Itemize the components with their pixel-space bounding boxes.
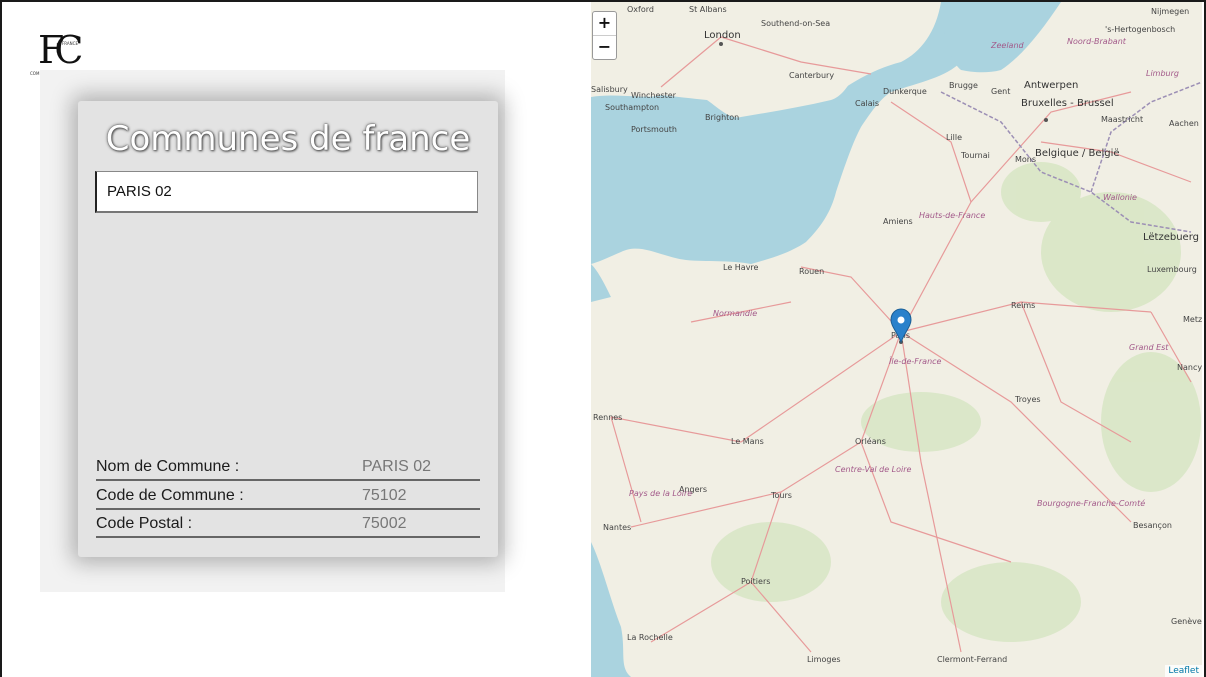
place-label: Oxford — [627, 5, 654, 14]
region-label: Île-de-France — [889, 355, 942, 366]
place-label: Rouen — [799, 267, 824, 276]
place-label: Poitiers — [741, 577, 770, 586]
place-label: St Albans — [689, 5, 727, 14]
place-label: Tours — [770, 491, 792, 500]
place-label: La Rochelle — [627, 633, 673, 642]
place-label: Genève — [1171, 616, 1202, 626]
place-label: Lëtzebuerg — [1143, 232, 1199, 243]
map-view[interactable]: Oxford St Albans Southend-on-Sea London … — [591, 2, 1202, 677]
info-label: Code de Commune : — [96, 487, 244, 504]
region-label: Wallonie — [1103, 193, 1137, 202]
region-label: Hauts-de-France — [919, 211, 985, 220]
logo-subtitle-bottom: COM — [30, 71, 40, 76]
place-label: Winchester — [631, 91, 677, 100]
info-value: PARIS 02 — [362, 458, 432, 475]
info-row-commune-name: Nom de Commune : PARIS 02 — [96, 453, 480, 481]
map-attribution[interactable]: Leaflet — [1165, 665, 1202, 677]
place-label: Calais — [855, 99, 879, 108]
zoom-control: + − — [592, 11, 617, 60]
place-label: Belgique / België — [1035, 148, 1120, 159]
logo-letters: FC — [38, 28, 84, 72]
place-label: Canterbury — [789, 71, 834, 80]
place-label: Reims — [1011, 301, 1035, 310]
region-label: Noord-Brabant — [1067, 37, 1127, 46]
zoom-in-button[interactable]: + — [593, 12, 616, 36]
place-label: Le Havre — [723, 263, 759, 272]
region-label: Normandie — [713, 309, 757, 318]
place-label: 's-Hertogenbosch — [1105, 25, 1175, 34]
place-label: Nantes — [603, 523, 631, 532]
logo-subtitle-top: FRANCE — [62, 41, 78, 46]
place-label: Southend-on-Sea — [761, 19, 830, 28]
place-label: Clermont-Ferrand — [937, 655, 1007, 664]
commune-card: Communes de france Nom de Commune : PARI… — [78, 101, 498, 557]
card-title: Communes de france — [105, 119, 471, 159]
info-value: 75102 — [362, 487, 407, 504]
map-tiles[interactable]: Oxford St Albans Southend-on-Sea London … — [591, 2, 1202, 677]
place-label: Nancy — [1177, 363, 1202, 372]
place-label: Troyes — [1014, 395, 1041, 404]
place-label: Aachen — [1169, 119, 1199, 128]
info-value: 75002 — [362, 515, 407, 532]
zoom-out-button[interactable]: − — [593, 36, 616, 59]
place-label: Metz — [1183, 315, 1202, 324]
place-label: Amiens — [883, 217, 913, 226]
place-label: Luxembourg — [1147, 265, 1197, 274]
place-label: Le Mans — [731, 437, 764, 446]
region-label: Zeeland — [990, 41, 1025, 50]
info-label: Nom de Commune : — [96, 458, 240, 475]
place-label: Rennes — [593, 413, 622, 422]
place-label: Dunkerque — [883, 87, 927, 96]
place-label: Besançon — [1133, 521, 1172, 530]
region-label: Grand Est — [1129, 343, 1169, 352]
place-label: Antwerpen — [1024, 80, 1078, 91]
place-label: Southampton — [605, 103, 659, 112]
place-label: Tournai — [960, 151, 990, 160]
place-label: Maastricht — [1101, 115, 1143, 124]
place-label: Orléans — [855, 436, 886, 446]
place-label: Limoges — [807, 655, 841, 664]
place-label: Gent — [991, 87, 1010, 96]
region-label: Centre-Val de Loire — [835, 465, 912, 474]
region-label: Pays de la Loire — [629, 489, 692, 498]
place-label: Nijmegen — [1151, 7, 1189, 16]
place-label: Brugge — [949, 81, 978, 90]
place-label: Portsmouth — [631, 125, 677, 134]
region-label: Bourgogne-Franche-Comté — [1037, 498, 1145, 508]
place-label: Salisbury — [591, 85, 628, 94]
region-label: Limburg — [1146, 69, 1179, 78]
place-label: Brighton — [705, 113, 739, 122]
place-label: Lille — [946, 133, 962, 142]
place-label: Bruxelles - Brussel — [1021, 98, 1114, 109]
commune-search-input[interactable] — [95, 171, 478, 213]
place-label: London — [704, 30, 741, 41]
place-label: Mons — [1015, 155, 1036, 164]
info-row-postal-code: Code Postal : 75002 — [96, 510, 480, 538]
info-label: Code Postal : — [96, 515, 193, 532]
info-row-commune-code: Code de Commune : 75102 — [96, 482, 480, 510]
